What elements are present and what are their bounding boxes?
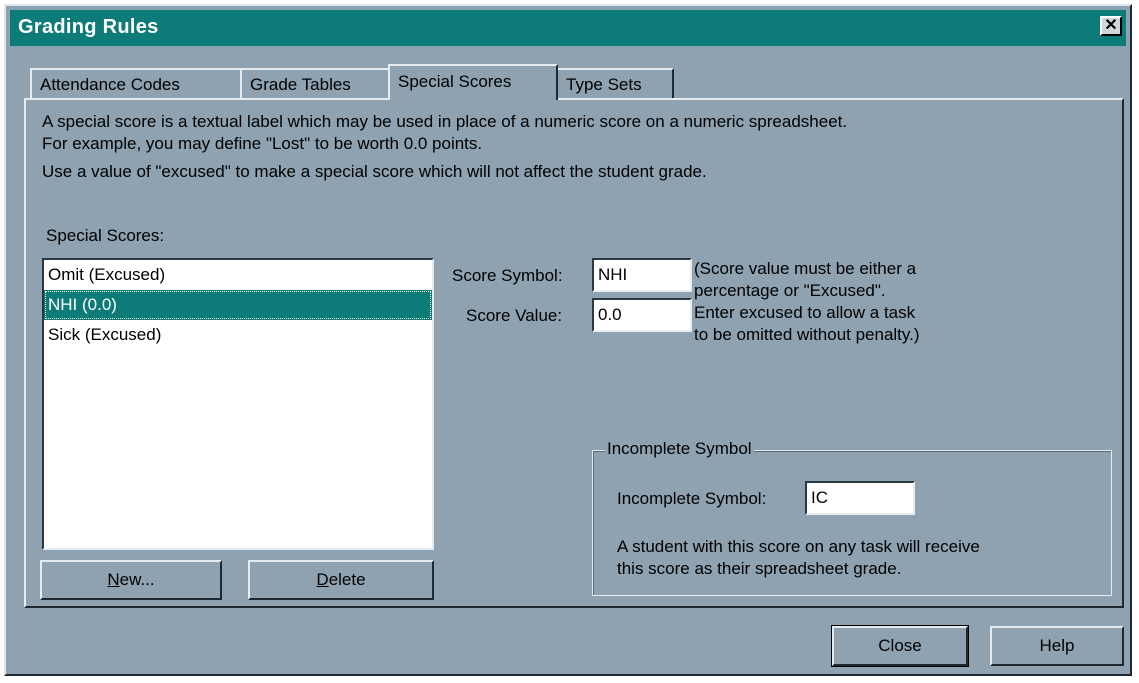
- grading-rules-window: Grading Rules ✕ Attendance Codes Grade T…: [4, 4, 1132, 676]
- new-mnemonic: N: [107, 570, 120, 589]
- new-button[interactable]: New...: [40, 560, 222, 600]
- score-symbol-label: Score Symbol:: [452, 266, 563, 285]
- special-scores-list[interactable]: Omit (Excused) NHI (0.0) Sick (Excused): [42, 258, 434, 550]
- window-title: Grading Rules: [18, 16, 159, 38]
- help-button[interactable]: Help: [990, 626, 1124, 666]
- special-scores-label: Special Scores:: [46, 226, 165, 245]
- hint-line: percentage or "Excused".: [694, 281, 886, 300]
- special-scores-panel: A special score is a textual label which…: [24, 98, 1124, 608]
- tab-grade-tables[interactable]: Grade Tables: [240, 68, 390, 98]
- delete-button[interactable]: Delete: [248, 560, 434, 600]
- score-hint: (Score value must be either a percentage…: [694, 258, 920, 346]
- incomplete-desc-line-2: this score as their spreadsheet grade.: [617, 559, 902, 578]
- tab-special-scores[interactable]: Special Scores: [388, 64, 558, 100]
- incomplete-symbol-group: Incomplete Symbol Incomplete Symbol: A s…: [592, 439, 1112, 596]
- close-icon[interactable]: ✕: [1100, 16, 1122, 36]
- close-button[interactable]: Close: [831, 625, 969, 667]
- incomplete-group-title: Incomplete Symbol: [605, 439, 754, 459]
- new-label: ew...: [119, 570, 155, 589]
- title-bar[interactable]: Grading Rules ✕: [10, 10, 1126, 46]
- description-line-1: A special score is a textual label which…: [42, 112, 848, 131]
- list-item[interactable]: Omit (Excused): [44, 260, 432, 290]
- incomplete-symbol-input[interactable]: [805, 481, 915, 515]
- list-item[interactable]: NHI (0.0): [44, 290, 432, 320]
- score-value-label: Score Value:: [466, 306, 563, 325]
- tab-attendance-codes[interactable]: Attendance Codes: [30, 68, 242, 98]
- score-symbol-input[interactable]: [592, 258, 692, 292]
- incomplete-symbol-label: Incomplete Symbol:: [617, 489, 767, 508]
- list-item[interactable]: Sick (Excused): [44, 320, 432, 350]
- delete-label: elete: [328, 570, 366, 589]
- hint-line: to be omitted without penalty.): [694, 325, 920, 344]
- description-line-3: Use a value of "excused" to make a speci…: [42, 162, 707, 181]
- delete-mnemonic: D: [316, 570, 329, 589]
- score-value-input[interactable]: [592, 298, 692, 332]
- incomplete-desc-line-1: A student with this score on any task wi…: [617, 537, 980, 556]
- description-line-2: For example, you may define "Lost" to be…: [42, 134, 483, 153]
- tab-type-sets[interactable]: Type Sets: [556, 68, 674, 98]
- hint-line: (Score value must be either a: [694, 259, 917, 278]
- hint-line: Enter excused to allow a task: [694, 303, 916, 322]
